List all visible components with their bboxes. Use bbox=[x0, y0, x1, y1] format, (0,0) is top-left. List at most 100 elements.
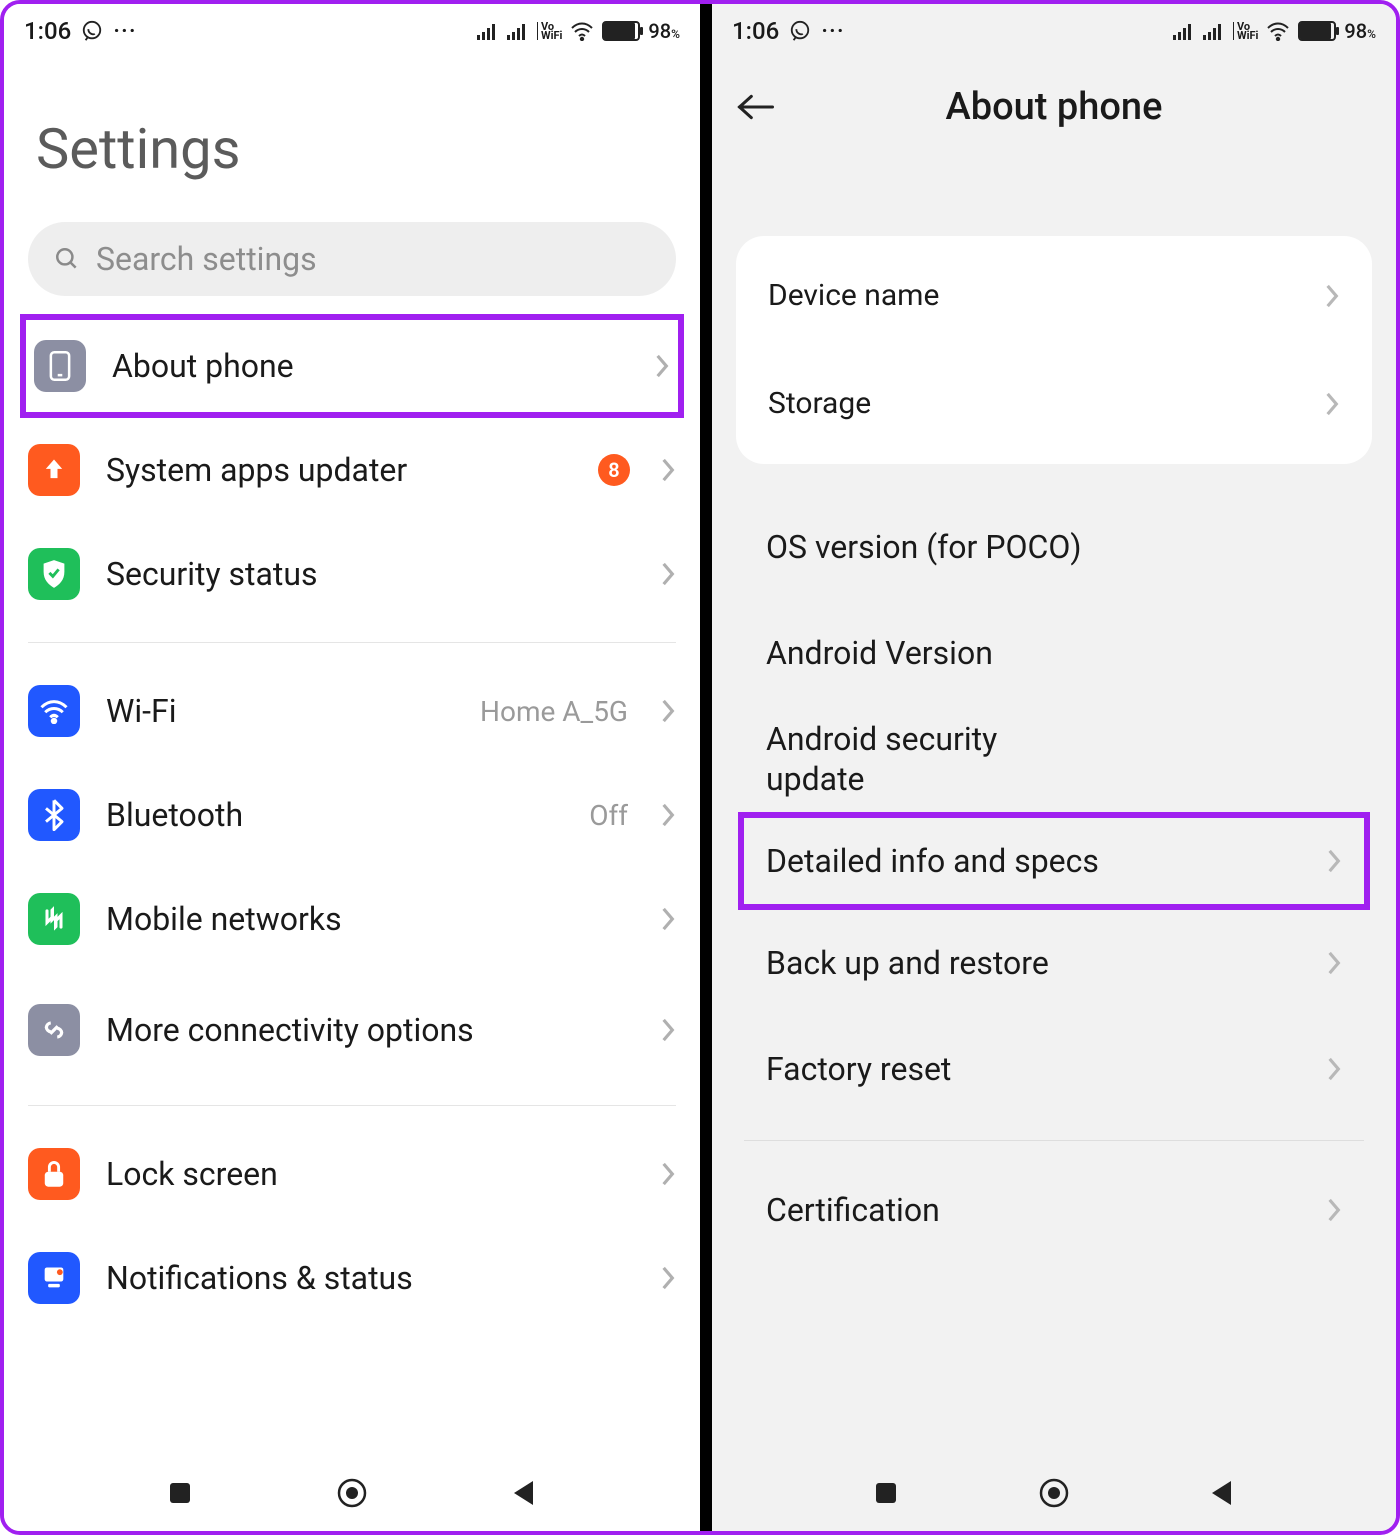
bluetooth-item[interactable]: Bluetooth Off bbox=[28, 763, 676, 867]
notifications-item[interactable]: Notifications & status bbox=[28, 1226, 676, 1330]
chevron-right-icon bbox=[1326, 1056, 1342, 1082]
updater-badge: 8 bbox=[598, 454, 630, 486]
status-bar: 1:06 ··· VoWiFi 98% bbox=[712, 4, 1396, 58]
certification-label: Certification bbox=[766, 1190, 1326, 1230]
lock-screen-item[interactable]: Lock screen bbox=[28, 1122, 676, 1226]
chevron-right-icon bbox=[660, 1161, 676, 1187]
search-placeholder: Search settings bbox=[96, 240, 317, 278]
signal-sim2-icon bbox=[507, 22, 529, 40]
titlebar: About phone bbox=[712, 64, 1396, 150]
storage-label: Storage bbox=[768, 386, 1324, 422]
updater-label: System apps updater bbox=[106, 452, 572, 489]
highlighted-about-phone: About phone bbox=[20, 314, 684, 418]
security-update-item[interactable]: Android security update bbox=[744, 706, 1364, 812]
backup-restore-label: Back up and restore bbox=[766, 943, 1326, 983]
nav-home-button[interactable] bbox=[324, 1465, 380, 1521]
back-button[interactable] bbox=[726, 77, 786, 137]
signal-sim1-icon bbox=[477, 22, 499, 40]
nav-recent-button[interactable] bbox=[152, 1465, 208, 1521]
nav-recent-button[interactable] bbox=[858, 1465, 914, 1521]
more-connectivity-item[interactable]: More connectivity options bbox=[28, 971, 676, 1089]
wifi-value: Home A_5G bbox=[480, 695, 628, 728]
security-label: Security status bbox=[106, 556, 634, 593]
security-icon bbox=[28, 548, 80, 600]
battery-percent: 98% bbox=[648, 19, 680, 43]
wifi-icon bbox=[28, 685, 80, 737]
about-phone-label: About phone bbox=[112, 348, 628, 385]
more-notifications-icon: ··· bbox=[821, 17, 844, 45]
whatsapp-icon bbox=[81, 20, 103, 42]
chevron-right-icon bbox=[660, 1265, 676, 1291]
wifi-status-icon bbox=[1266, 21, 1290, 41]
signal-sim1-icon bbox=[1173, 22, 1195, 40]
factory-reset-label: Factory reset bbox=[766, 1049, 1326, 1089]
battery-percent: 98% bbox=[1344, 19, 1376, 43]
lock-screen-label: Lock screen bbox=[106, 1156, 634, 1193]
divider bbox=[744, 1140, 1364, 1141]
security-update-label: Android security update bbox=[766, 719, 1096, 799]
chevron-right-icon bbox=[1326, 848, 1342, 874]
notifications-icon bbox=[28, 1252, 80, 1304]
certification-item[interactable]: Certification bbox=[744, 1157, 1364, 1263]
battery-icon bbox=[1298, 21, 1336, 41]
bluetooth-value: Off bbox=[589, 799, 628, 832]
os-version-label: OS version (for POCO) bbox=[766, 527, 1096, 567]
chevron-right-icon bbox=[1324, 391, 1340, 417]
page-title: Settings bbox=[28, 58, 676, 222]
whatsapp-icon bbox=[789, 20, 811, 42]
lock-icon bbox=[28, 1148, 80, 1200]
about-phone-item[interactable]: About phone bbox=[34, 320, 670, 412]
device-name-item[interactable]: Device name bbox=[740, 242, 1368, 350]
mobile-networks-item[interactable]: Mobile networks bbox=[28, 867, 676, 971]
wifi-status-icon bbox=[570, 21, 594, 41]
security-status-item[interactable]: Security status bbox=[28, 522, 676, 626]
search-input[interactable]: Search settings bbox=[28, 222, 676, 296]
divider bbox=[28, 642, 676, 643]
vowifi-icon: VoWiFi bbox=[537, 22, 562, 40]
chevron-right-icon bbox=[660, 561, 676, 587]
android-version-item[interactable]: Android Version bbox=[744, 600, 1364, 706]
detailed-info-label: Detailed info and specs bbox=[766, 841, 1326, 881]
status-bar: 1:06 ··· VoWiFi 98% bbox=[4, 4, 700, 58]
chevron-right-icon bbox=[1324, 283, 1340, 309]
about-phone-screen: 1:06 ··· VoWiFi 98% About phone bbox=[700, 4, 1396, 1531]
chevron-right-icon bbox=[1326, 950, 1342, 976]
page-title: About phone bbox=[786, 85, 1382, 129]
clock: 1:06 bbox=[732, 17, 779, 45]
factory-reset-item[interactable]: Factory reset bbox=[744, 1016, 1364, 1122]
chevron-right-icon bbox=[660, 802, 676, 828]
chevron-right-icon bbox=[660, 1017, 676, 1043]
updater-icon bbox=[28, 444, 80, 496]
highlighted-detailed-info: Detailed info and specs bbox=[738, 812, 1370, 910]
battery-icon bbox=[602, 21, 640, 41]
wifi-label: Wi-Fi bbox=[106, 693, 454, 730]
nav-home-button[interactable] bbox=[1026, 1465, 1082, 1521]
nav-back-button[interactable] bbox=[496, 1465, 552, 1521]
device-name-label: Device name bbox=[768, 278, 1324, 314]
notifications-label: Notifications & status bbox=[106, 1260, 634, 1297]
clock: 1:06 bbox=[24, 17, 71, 45]
link-icon bbox=[28, 1004, 80, 1056]
nav-back-button[interactable] bbox=[1194, 1465, 1250, 1521]
mobile-networks-icon bbox=[28, 893, 80, 945]
chevron-right-icon bbox=[654, 353, 670, 379]
chevron-right-icon bbox=[1326, 1197, 1342, 1223]
chevron-right-icon bbox=[660, 698, 676, 724]
more-connectivity-label: More connectivity options bbox=[106, 1012, 634, 1049]
divider bbox=[28, 1105, 676, 1106]
more-notifications-icon: ··· bbox=[113, 17, 136, 45]
bluetooth-icon bbox=[28, 789, 80, 841]
os-version-item[interactable]: OS version (for POCO) bbox=[744, 494, 1364, 600]
signal-sim2-icon bbox=[1203, 22, 1225, 40]
chevron-right-icon bbox=[660, 906, 676, 932]
device-card: Device name Storage bbox=[736, 236, 1372, 464]
chevron-right-icon bbox=[660, 457, 676, 483]
system-apps-updater-item[interactable]: System apps updater 8 bbox=[28, 418, 676, 522]
detailed-info-item[interactable]: Detailed info and specs bbox=[744, 818, 1364, 904]
backup-restore-item[interactable]: Back up and restore bbox=[744, 910, 1364, 1016]
search-icon bbox=[54, 246, 80, 272]
about-phone-icon bbox=[34, 340, 86, 392]
storage-item[interactable]: Storage bbox=[740, 350, 1368, 458]
wifi-item[interactable]: Wi-Fi Home A_5G bbox=[28, 659, 676, 763]
settings-screen: 1:06 ··· VoWiFi 98% Settings bbox=[4, 4, 700, 1531]
